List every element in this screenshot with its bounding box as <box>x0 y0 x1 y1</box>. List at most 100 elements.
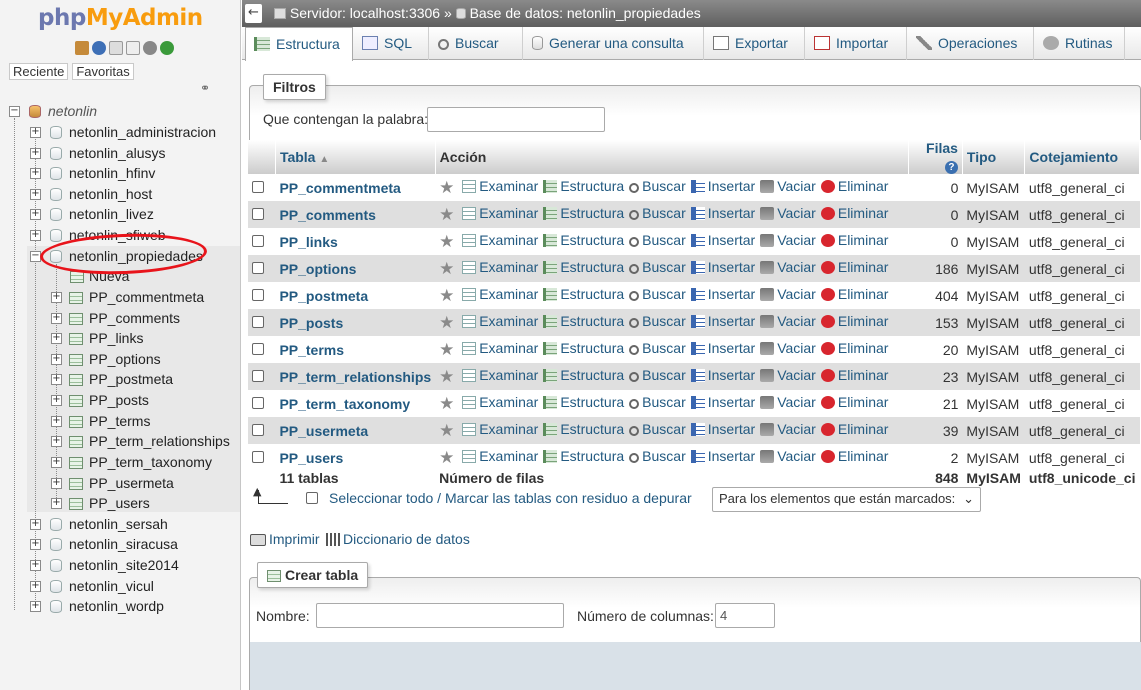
browse-action[interactable]: Examinar <box>462 421 538 437</box>
empty-action[interactable]: Vaciar <box>760 178 816 194</box>
table-name-link[interactable]: PP_users <box>279 450 343 466</box>
structure-action[interactable]: Estructura <box>543 367 624 383</box>
empty-action[interactable]: Vaciar <box>760 232 816 248</box>
back-arrow-icon[interactable]: ← <box>245 4 262 23</box>
insert-action[interactable]: Insertar <box>690 367 755 383</box>
drop-action[interactable]: Eliminar <box>820 313 888 329</box>
filter-word-input[interactable] <box>427 107 605 132</box>
favorite-star-icon[interactable]: ★ <box>439 367 454 386</box>
page-icon[interactable] <box>126 41 140 55</box>
nav-table-item[interactable]: PP_usermeta <box>89 473 174 493</box>
table-icon[interactable] <box>69 395 83 407</box>
table-expander[interactable]: + <box>51 436 62 447</box>
table-expander[interactable]: + <box>51 498 62 509</box>
search-action[interactable]: Buscar <box>629 367 686 383</box>
browse-action[interactable]: Examinar <box>462 259 538 275</box>
search-action[interactable]: Buscar <box>629 232 686 248</box>
favorite-star-icon[interactable]: ★ <box>439 448 454 467</box>
empty-action[interactable]: Vaciar <box>760 367 816 383</box>
db-item[interactable]: netonlin_alusys <box>69 143 166 163</box>
browse-action[interactable]: Examinar <box>462 232 538 248</box>
table-name-link[interactable]: PP_postmeta <box>279 288 368 304</box>
table-icon[interactable] <box>69 416 83 428</box>
db-item[interactable]: netonlin_sersah <box>69 514 168 534</box>
tab-recent[interactable]: Reciente <box>9 63 69 80</box>
select-all-checkbox[interactable] <box>306 492 318 504</box>
insert-action[interactable]: Insertar <box>690 259 755 275</box>
table-expander[interactable]: + <box>51 478 62 489</box>
favorite-star-icon[interactable]: ★ <box>439 232 454 251</box>
table-expander[interactable]: + <box>51 457 62 468</box>
phpmyadmin-logo[interactable]: phpMyAdmin <box>38 5 203 31</box>
browse-action[interactable]: Examinar <box>462 394 538 410</box>
favorite-star-icon[interactable]: ★ <box>439 340 454 359</box>
search-action[interactable]: Buscar <box>629 340 686 356</box>
empty-action[interactable]: Vaciar <box>760 340 816 356</box>
table-expander[interactable]: + <box>51 333 62 344</box>
data-dictionary-link[interactable]: Diccionario de datos <box>326 531 470 547</box>
insert-action[interactable]: Insertar <box>690 313 755 329</box>
insert-action[interactable]: Insertar <box>690 232 755 248</box>
nav-table-item[interactable]: PP_comments <box>89 308 180 328</box>
insert-action[interactable]: Insertar <box>690 178 755 194</box>
db-item[interactable]: netonlin_host <box>69 184 152 204</box>
browse-action[interactable]: Examinar <box>462 313 538 329</box>
table-expander[interactable]: + <box>51 374 62 385</box>
nav-table-item[interactable]: PP_posts <box>89 390 149 410</box>
table-name-link[interactable]: PP_links <box>279 234 337 250</box>
row-checkbox[interactable] <box>252 396 264 409</box>
table-name-link[interactable]: PP_terms <box>279 342 344 358</box>
db-item[interactable]: netonlin_livez <box>69 204 154 224</box>
structure-action[interactable]: Estructura <box>543 205 624 221</box>
search-action[interactable]: Buscar <box>629 313 686 329</box>
search-action[interactable]: Buscar <box>629 205 686 221</box>
insert-action[interactable]: Insertar <box>690 394 755 410</box>
browse-action[interactable]: Examinar <box>462 286 538 302</box>
row-checkbox[interactable] <box>252 369 264 382</box>
table-icon[interactable] <box>69 374 83 386</box>
db-expander[interactable]: + <box>30 189 41 200</box>
structure-action[interactable]: Estructura <box>543 313 624 329</box>
tab-operaciones[interactable]: Operaciones <box>908 27 1034 60</box>
table-icon[interactable] <box>69 478 83 490</box>
row-checkbox[interactable] <box>252 207 264 220</box>
row-checkbox[interactable] <box>252 261 264 274</box>
structure-action[interactable]: Estructura <box>543 340 624 356</box>
db-expander[interactable]: + <box>30 581 41 592</box>
favorite-star-icon[interactable]: ★ <box>439 313 454 332</box>
favorite-star-icon[interactable]: ★ <box>439 286 454 305</box>
db-item[interactable]: netonlin_administracion <box>69 122 216 142</box>
drop-action[interactable]: Eliminar <box>820 448 888 464</box>
table-expander[interactable]: + <box>51 354 62 365</box>
structure-action[interactable]: Estructura <box>543 286 624 302</box>
header-cotejamiento[interactable]: Cotejamiento <box>1024 140 1140 174</box>
empty-action[interactable]: Vaciar <box>760 286 816 302</box>
db-item[interactable]: netonlin_hfinv <box>69 163 155 183</box>
drop-action[interactable]: Eliminar <box>820 286 888 302</box>
nav-table-item[interactable]: PP_users <box>89 493 150 513</box>
db-expander[interactable]: + <box>30 127 41 138</box>
drop-action[interactable]: Eliminar <box>820 340 888 356</box>
table-name-link[interactable]: PP_options <box>279 261 356 277</box>
table-icon[interactable] <box>69 333 83 345</box>
insert-action[interactable]: Insertar <box>690 448 755 464</box>
structure-action[interactable]: Estructura <box>543 232 624 248</box>
tab-sql[interactable]: SQL <box>354 27 429 60</box>
help-icon[interactable] <box>92 41 106 55</box>
browse-action[interactable]: Examinar <box>462 367 538 383</box>
header-filas[interactable]: Filas ? <box>908 140 963 174</box>
empty-action[interactable]: Vaciar <box>760 313 816 329</box>
search-action[interactable]: Buscar <box>629 421 686 437</box>
structure-action[interactable]: Estructura <box>543 259 624 275</box>
db-item[interactable]: netonlin_vicul <box>69 576 154 596</box>
favorite-star-icon[interactable]: ★ <box>439 205 454 224</box>
drop-action[interactable]: Eliminar <box>820 394 888 410</box>
tab-rutinas[interactable]: Rutinas <box>1035 27 1125 60</box>
num-columns-input[interactable] <box>715 603 775 628</box>
empty-action[interactable]: Vaciar <box>760 259 816 275</box>
browse-action[interactable]: Examinar <box>462 448 538 464</box>
tab-importar[interactable]: Importar <box>806 27 907 60</box>
db-item[interactable]: netonlin_site2014 <box>69 555 179 575</box>
docs-icon[interactable] <box>109 41 123 55</box>
db-expander[interactable]: + <box>30 148 41 159</box>
